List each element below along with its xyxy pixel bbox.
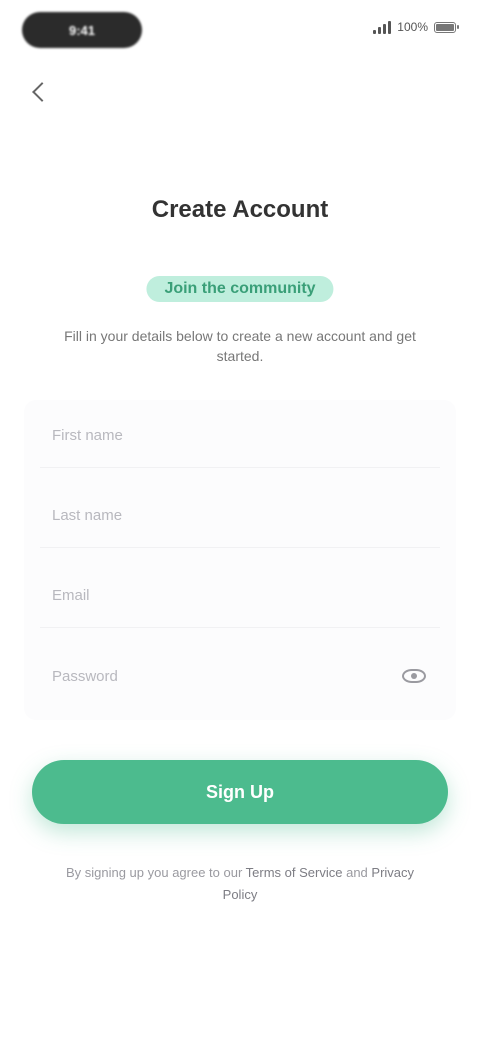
battery-icon	[434, 21, 459, 33]
sign-up-button[interactable]: Sign Up	[32, 760, 448, 824]
status-bar: 9:41 100%	[0, 0, 480, 64]
status-time: 9:41	[22, 12, 142, 48]
terms-prefix: By signing up you agree to our	[65, 865, 246, 880]
password-input[interactable]	[40, 667, 402, 685]
status-icons: 100%	[373, 20, 459, 34]
password-field[interactable]	[40, 644, 440, 708]
last-name-input[interactable]	[40, 507, 440, 524]
last-name-field[interactable]	[40, 484, 440, 548]
back-button[interactable]	[22, 74, 58, 110]
screen: 9:41 100% Create Account Join the commun…	[0, 0, 480, 1040]
subtitle: Fill in your details below to create a n…	[64, 328, 416, 364]
eye-icon[interactable]	[402, 669, 426, 683]
terms-text: By signing up you agree to our Terms of …	[56, 862, 424, 906]
signup-form	[24, 400, 456, 720]
battery-percentage: 100%	[397, 20, 428, 34]
highlight-label: Join the community	[146, 276, 334, 302]
terms-middle: and	[342, 865, 372, 880]
first-name-input[interactable]	[40, 427, 440, 444]
battery-fill	[436, 23, 454, 31]
chevron-left-icon	[32, 82, 52, 102]
signal-icon	[373, 20, 392, 34]
email-input[interactable]	[40, 587, 440, 604]
first-name-field[interactable]	[40, 404, 440, 468]
page-title: Create Account	[151, 196, 329, 223]
terms-link[interactable]: Terms of Service	[246, 865, 343, 880]
email-field[interactable]	[40, 564, 440, 628]
